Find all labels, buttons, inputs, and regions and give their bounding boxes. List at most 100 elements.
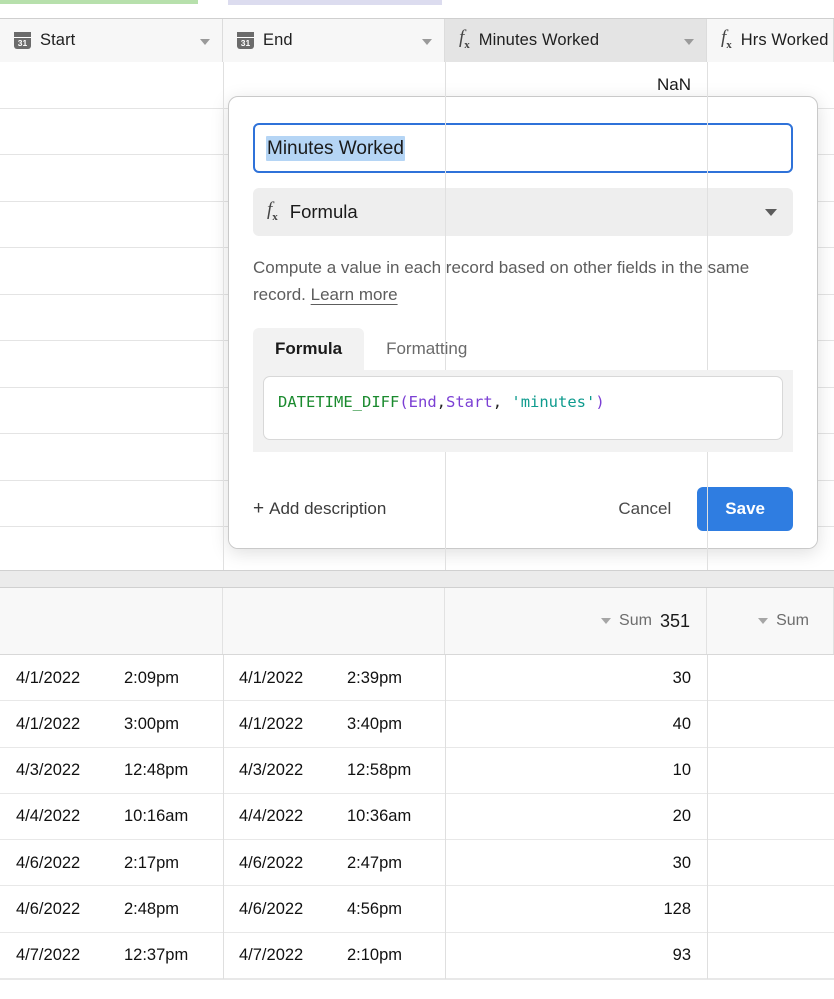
formula-token-fld: Start xyxy=(446,393,493,411)
table-cell[interactable]: 4/7/2022 xyxy=(0,933,108,979)
table-cell[interactable]: 4/6/2022 xyxy=(0,840,108,886)
table-cell[interactable]: 4/1/2022 xyxy=(223,655,331,701)
column-divider xyxy=(445,62,446,570)
column-header-label: Hrs Worked xyxy=(740,31,829,49)
table-cell[interactable]: 30 xyxy=(445,655,707,701)
chevron-down-icon[interactable] xyxy=(758,618,769,624)
tabs: Formula Formatting xyxy=(253,328,793,370)
table-cell[interactable]: 93 xyxy=(445,933,707,979)
summary-cell[interactable]: Sum xyxy=(707,588,834,654)
column-divider xyxy=(445,655,446,979)
bottom-bar xyxy=(0,979,834,999)
column-header-minutes-worked[interactable]: fx Minutes Worked xyxy=(445,19,707,62)
table-row[interactable]: 4/1/2022 3:00pm 4/1/2022 3:40pm 40 xyxy=(0,701,834,748)
column-divider xyxy=(223,62,224,570)
table-cell[interactable] xyxy=(707,887,834,933)
column-header-end[interactable]: 31 End xyxy=(223,19,445,62)
column-header-label: End xyxy=(263,31,293,49)
field-type-description: Compute a value in each record based on … xyxy=(253,254,783,308)
table-cell[interactable]: 4/3/2022 xyxy=(223,748,331,794)
table-cell[interactable]: 4/3/2022 xyxy=(0,748,108,794)
table-cell[interactable] xyxy=(707,933,834,979)
table-cell[interactable]: 10 xyxy=(445,748,707,794)
table-row[interactable]: 4/7/2022 12:37pm 4/7/2022 2:10pm 93 xyxy=(0,933,834,980)
table-cell[interactable]: 4/4/2022 xyxy=(223,794,331,840)
chevron-down-icon[interactable] xyxy=(200,38,210,45)
save-button[interactable]: Save xyxy=(697,487,793,531)
formula-editor[interactable]: DATETIME_DIFF(End,Start, 'minutes') xyxy=(263,376,783,440)
table-cell[interactable] xyxy=(707,748,834,794)
field-type-label: Formula xyxy=(289,201,358,222)
calendar-icon: 31 xyxy=(14,32,31,49)
formula-token-fld: End xyxy=(408,393,437,411)
column-divider xyxy=(707,655,708,979)
column-header-start[interactable]: 31 Start xyxy=(0,19,223,62)
field-type-select[interactable]: fx Formula xyxy=(253,188,793,236)
formula-token-pln: , xyxy=(436,393,447,411)
dialog-actions: Cancel Save xyxy=(612,487,793,531)
table-cell[interactable]: 4/6/2022 xyxy=(223,840,331,886)
formula-tabs-wrapper: Formula Formatting DATETIME_DIFF(End,Star… xyxy=(253,328,793,452)
table-cell[interactable]: 4/1/2022 xyxy=(0,655,108,701)
summary-label: Sum xyxy=(776,612,809,629)
table-cell[interactable]: 128 xyxy=(445,887,707,933)
formula-token-par: ( xyxy=(399,393,409,411)
table-cell[interactable]: 10:16am xyxy=(108,794,223,840)
table-cell[interactable]: 12:58pm xyxy=(331,748,445,794)
cancel-button[interactable]: Cancel xyxy=(612,491,677,527)
chevron-down-icon[interactable] xyxy=(601,618,612,624)
add-description-button[interactable]: + Add description xyxy=(253,498,386,520)
table-cell[interactable] xyxy=(707,840,834,886)
table-cell[interactable]: 10:36am xyxy=(331,794,445,840)
summary-cell[interactable] xyxy=(223,588,445,654)
table-cell[interactable]: 40 xyxy=(445,701,707,747)
table-cell[interactable]: 30 xyxy=(445,840,707,886)
table-row[interactable]: 4/3/2022 12:48pm 4/3/2022 12:58pm 10 xyxy=(0,748,834,794)
data-rows-area: 4/1/2022 2:09pm 4/1/2022 2:39pm 30 4/1/2022 3:… xyxy=(0,655,834,980)
tab-formula[interactable]: Formula xyxy=(253,328,365,370)
table-cell[interactable]: 4/1/2022 xyxy=(0,701,108,747)
table-cell[interactable]: 4/1/2022 xyxy=(223,701,331,747)
table-cell[interactable]: 4/6/2022 xyxy=(223,887,331,933)
table-cell[interactable] xyxy=(707,655,834,701)
table-cell[interactable]: 4/4/2022 xyxy=(0,794,108,840)
table-cell[interactable]: 2:09pm xyxy=(108,655,223,701)
table-cell[interactable]: 2:17pm xyxy=(108,840,223,886)
table-cell[interactable]: 4:56pm xyxy=(331,887,445,933)
add-description-label: Add description xyxy=(269,499,387,518)
table-cell[interactable] xyxy=(707,701,834,747)
table-cell[interactable]: 2:47pm xyxy=(331,840,445,886)
learn-more-link[interactable]: Learn more xyxy=(311,285,398,304)
table-cell[interactable]: 20 xyxy=(445,794,707,840)
summary-value: 351 xyxy=(659,610,690,631)
column-divider xyxy=(223,655,224,979)
table-cell[interactable]: 12:37pm xyxy=(108,933,223,979)
summary-cell[interactable] xyxy=(0,588,223,654)
spreadsheet-app: 31 Start 31 End fx Minutes Worked fx Hrs Worked… xyxy=(0,0,834,999)
table-cell[interactable]: 4/7/2022 xyxy=(223,933,331,979)
purple-indicator-strip xyxy=(228,0,442,5)
table-row[interactable]: 4/4/2022 10:16am 4/4/2022 10:36am 20 xyxy=(0,794,834,841)
summary-cell[interactable]: Sum 351 xyxy=(445,588,707,654)
tab-formatting[interactable]: Formatting xyxy=(364,328,489,370)
field-name-input[interactable] xyxy=(253,123,793,173)
table-cell[interactable] xyxy=(707,794,834,840)
green-indicator-strip xyxy=(0,0,198,4)
chevron-down-icon[interactable] xyxy=(684,38,694,45)
chevron-down-icon xyxy=(765,209,777,216)
table-cell[interactable]: 2:39pm xyxy=(331,655,445,701)
table-row[interactable]: 4/6/2022 2:48pm 4/6/2022 4:56pm 128 xyxy=(0,887,834,933)
formula-token-par: ) xyxy=(595,393,605,411)
table-cell[interactable]: 2:10pm xyxy=(331,933,445,979)
table-cell[interactable]: 3:40pm xyxy=(331,701,445,747)
column-header-hrs-worked[interactable]: fx Hrs Worked xyxy=(707,19,834,62)
table-cell[interactable]: 4/6/2022 xyxy=(0,887,108,933)
formula-token-fn: DATETIME_DIFF xyxy=(278,393,400,411)
table-row[interactable]: 4/1/2022 2:09pm 4/1/2022 2:39pm 30 xyxy=(0,655,834,702)
table-cell[interactable]: 2:48pm xyxy=(108,887,223,933)
table-row[interactable]: 4/6/2022 2:17pm 4/6/2022 2:47pm 30 xyxy=(0,840,834,887)
table-cell[interactable]: 3:00pm xyxy=(108,701,223,747)
table-cell[interactable]: 12:48pm xyxy=(108,748,223,794)
chevron-down-icon[interactable] xyxy=(422,38,432,45)
field-name-input-wrapper: Minutes Worked xyxy=(253,123,793,173)
